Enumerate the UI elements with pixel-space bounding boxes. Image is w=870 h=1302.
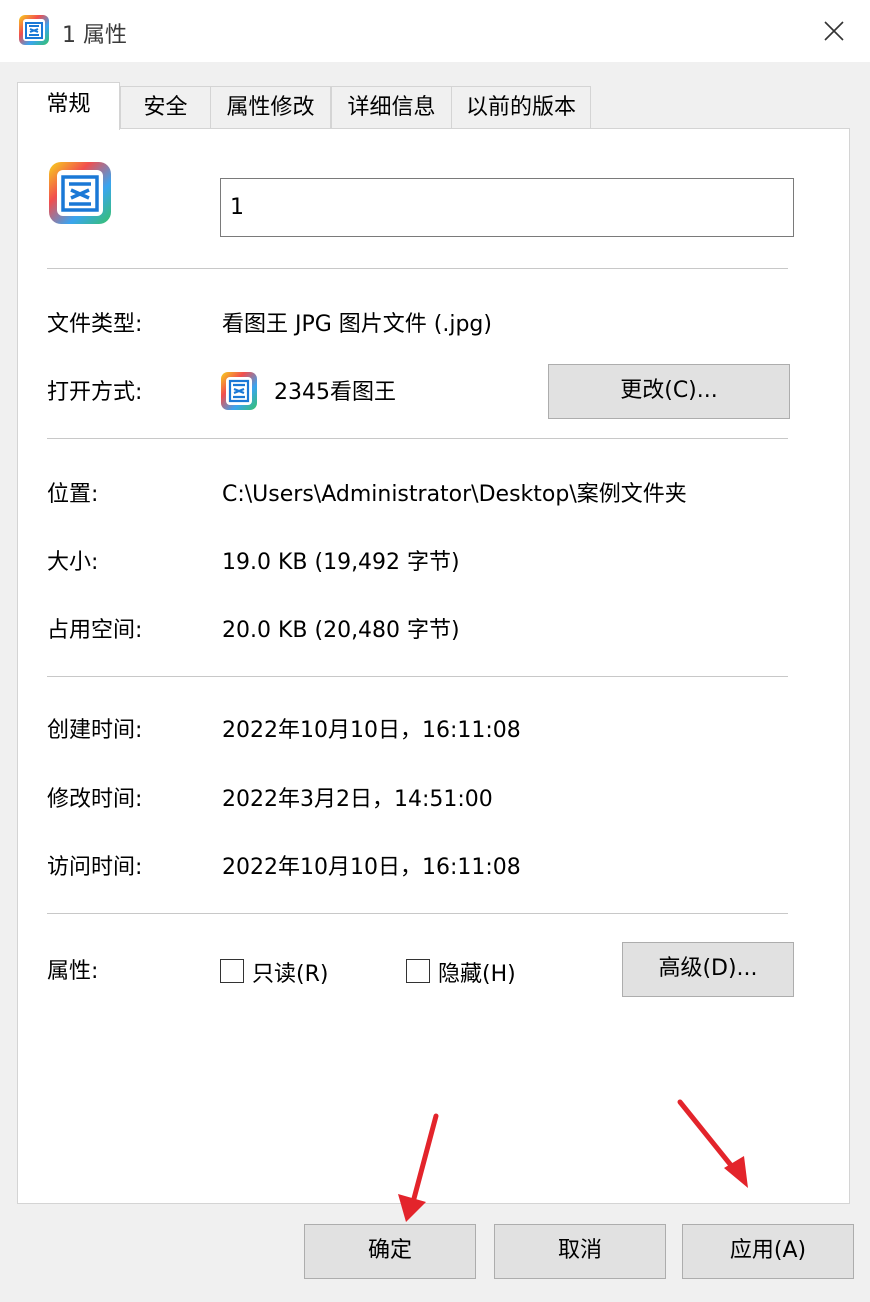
hidden-checkbox[interactable]	[406, 959, 430, 983]
annotation-arrow-icon	[398, 1113, 439, 1222]
change-button-label: 更改(C)...	[620, 378, 718, 403]
close-icon	[824, 21, 844, 41]
tab-details[interactable]: 详细信息	[331, 86, 452, 128]
divider	[47, 438, 788, 439]
ok-button-label: 确定	[367, 1238, 412, 1263]
disk-size-label: 占用空间:	[47, 618, 143, 643]
close-button[interactable]	[812, 12, 856, 50]
annotation-arrow-icon	[677, 1099, 748, 1188]
advanced-button-label: 高级(D)...	[658, 956, 758, 981]
accessed-label: 访问时间:	[47, 855, 143, 880]
size-value: 19.0 KB (19,492 字节)	[222, 550, 460, 575]
file-type-icon	[49, 162, 111, 224]
image-viewer-app-icon	[19, 15, 49, 45]
modified-value: 2022年3月2日，14:51:00	[222, 787, 493, 812]
file-type-value: 看图王 JPG 图片文件 (.jpg)	[222, 312, 492, 337]
readonly-checkbox[interactable]	[220, 959, 244, 983]
tab-attribute-edit[interactable]: 属性修改	[210, 86, 331, 128]
divider	[47, 268, 788, 269]
general-panel	[17, 128, 850, 1204]
tab-previous-versions[interactable]: 以前的版本	[451, 86, 591, 128]
open-with-label: 打开方式:	[47, 380, 143, 405]
file-type-label: 文件类型:	[47, 312, 143, 337]
window-title: 1 属性	[62, 23, 127, 48]
accessed-value: 2022年10月10日，16:11:08	[222, 855, 521, 880]
hidden-label: 隐藏(H)	[438, 962, 516, 987]
size-label: 大小:	[47, 550, 99, 575]
apply-button[interactable]: 应用(A)	[682, 1224, 854, 1279]
advanced-button[interactable]: 高级(D)...	[622, 942, 794, 997]
readonly-label: 只读(R)	[252, 962, 329, 987]
open-with-value: 2345看图王	[274, 380, 396, 405]
location-label: 位置:	[47, 482, 99, 507]
app-icon	[221, 372, 257, 410]
modified-label: 修改时间:	[47, 787, 143, 812]
cancel-button[interactable]: 取消	[494, 1224, 666, 1279]
created-value: 2022年10月10日，16:11:08	[222, 718, 521, 743]
disk-size-value: 20.0 KB (20,480 字节)	[222, 618, 460, 643]
ok-button[interactable]: 确定	[304, 1224, 476, 1279]
location-value: C:\Users\Administrator\Desktop\案例文件夹	[222, 482, 687, 507]
apply-button-label: 应用(A)	[729, 1238, 807, 1263]
divider	[47, 676, 788, 677]
change-button[interactable]: 更改(C)...	[548, 364, 790, 419]
divider	[47, 913, 788, 914]
title-bar: 1 属性	[0, 0, 870, 62]
tab-general[interactable]: 常规	[17, 82, 120, 130]
file-name-input[interactable]	[220, 178, 794, 237]
cancel-button-label: 取消	[557, 1238, 602, 1263]
created-label: 创建时间:	[47, 718, 143, 743]
tab-security[interactable]: 安全	[120, 86, 211, 128]
attributes-label: 属性:	[47, 959, 99, 984]
